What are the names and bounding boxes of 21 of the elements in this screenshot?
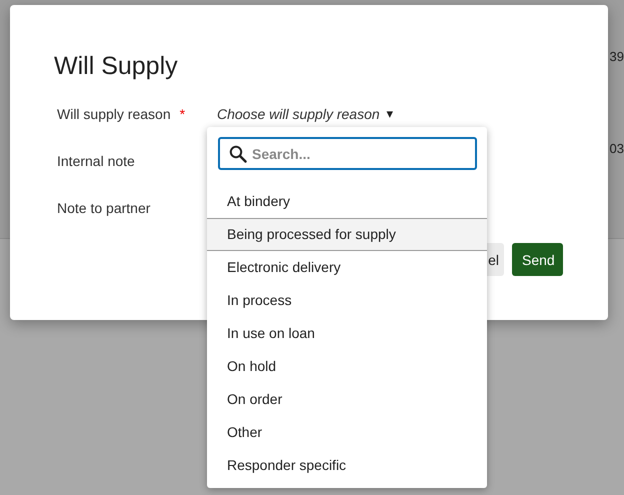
dropdown-option[interactable]: At bindery <box>207 185 487 218</box>
search-icon <box>229 145 247 163</box>
dialog-title: Will Supply <box>54 51 179 81</box>
send-button[interactable]: Send <box>512 243 563 276</box>
dropdown-option[interactable]: In process <box>207 284 487 317</box>
timestamp: 39 <box>610 49 624 64</box>
dropdown-option[interactable]: In use on loan <box>207 317 487 350</box>
dropdown-option[interactable]: On order <box>207 383 487 416</box>
dropdown-option[interactable]: On hold <box>207 350 487 383</box>
field-label: Note to partner <box>57 200 152 216</box>
select-placeholder[interactable]: Choose will supply reason <box>217 106 380 122</box>
dropdown-option[interactable]: Responder specific <box>207 449 487 482</box>
timestamp: 03 <box>610 141 624 156</box>
dropdown-option[interactable]: Other <box>207 416 487 449</box>
search-field[interactable]: Search... <box>218 137 477 170</box>
field-label: Will supply reason * <box>57 106 186 122</box>
field-label: Internal note <box>57 152 136 168</box>
dropdown-option[interactable]: Electronic delivery <box>207 251 487 284</box>
required-mark: * <box>180 106 186 122</box>
caret-icon: ▾ <box>386 106 394 121</box>
dropdown-option[interactable]: Being processed for supply <box>207 218 487 251</box>
